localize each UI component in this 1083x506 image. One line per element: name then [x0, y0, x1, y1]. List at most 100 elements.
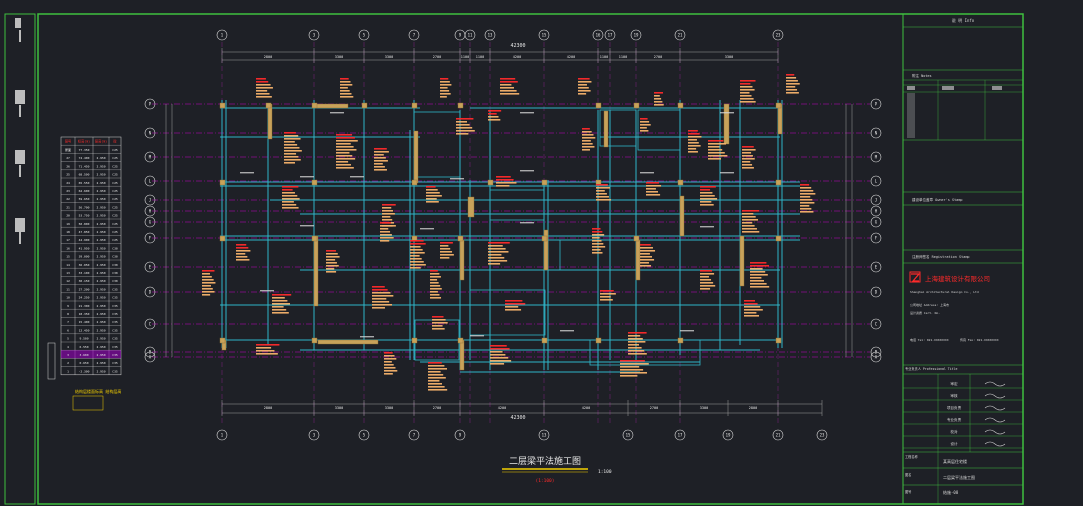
- annotation-line-1-0: [340, 78, 349, 80]
- dim-bottom-6: 2700: [650, 406, 658, 410]
- floor-table-cell-13-3: C30: [112, 255, 118, 259]
- floor-table-cell-14-3: C30: [112, 263, 118, 267]
- floor-table-cell-24-2: 2.950: [96, 345, 105, 349]
- beam-label-7: [300, 225, 314, 227]
- annotation-line-22-3: [596, 193, 607, 195]
- annotation-line-40-6: [430, 288, 442, 290]
- annotation-line-6-1: [740, 83, 751, 85]
- annotation-line-19-0: [382, 204, 396, 206]
- annotation-line-19-5: [382, 219, 393, 221]
- floor-table-cell-22-2: 2.950: [96, 328, 105, 332]
- annotation-line-26-3: [800, 193, 816, 195]
- column-6: [595, 102, 602, 109]
- annotation-line-44-7: [628, 353, 647, 355]
- floor-table-cell-12-0: 16: [66, 246, 70, 250]
- annotation-line-34-1: [640, 247, 653, 249]
- floor-table-cell-2-2: 2.950: [96, 164, 105, 168]
- dim-top-10: 2700: [654, 55, 662, 59]
- floor-table-cell-21-1: 15.400: [79, 320, 90, 324]
- annotation-line-24-4: [700, 198, 718, 200]
- binding-mark-3: [15, 218, 25, 232]
- overall-dimension-bottom: 42300: [510, 415, 525, 421]
- annotation-line-2-4: [440, 90, 450, 92]
- beam-label-12: [360, 336, 374, 338]
- annotation-line-2-5: [440, 93, 451, 95]
- floor-table-cell-11-3: C25: [112, 238, 118, 242]
- floor-table-cell-23-1: 9.500: [79, 337, 88, 341]
- annotation-line-36-2: [750, 268, 763, 270]
- annotation-block-36: [750, 262, 770, 288]
- annotation-line-24-2: [700, 192, 713, 194]
- annotation-line-9-10: [336, 164, 351, 166]
- annotation-line-40-9: [430, 297, 442, 299]
- annotation-line-8-7: [284, 153, 297, 155]
- annotation-line-40-2: [430, 276, 441, 278]
- annotation-line-39-5: [372, 301, 390, 303]
- annotation-line-39-3: [372, 295, 394, 297]
- annotation-line-33-6: [592, 246, 606, 248]
- annotation-line-23-0: [646, 182, 659, 184]
- annotation-line-15-0: [688, 130, 698, 132]
- annotation-line-35-3: [700, 279, 712, 281]
- dim-bottom-8: 2800: [749, 406, 757, 410]
- floor-table-cell-0-3: C25: [112, 148, 118, 152]
- annotation-line-20-0: [426, 186, 436, 188]
- annotation-line-48-6: [490, 363, 505, 365]
- annotation-line-5-1: [654, 95, 660, 97]
- floor-table-cell-21-0: 7: [67, 320, 69, 324]
- annotation-line-9-4: [336, 146, 354, 148]
- annotation-line-37-1: [202, 273, 210, 275]
- annotation-line-47-5: [428, 377, 446, 379]
- annotation-line-39-6: [372, 304, 393, 306]
- beam-label-3: [450, 178, 464, 180]
- annotation-line-28-4: [326, 262, 337, 264]
- annotation-line-33-0: [592, 228, 601, 230]
- annotation-line-47-6: [428, 380, 440, 382]
- shear-wall-12: [267, 103, 273, 140]
- annotation-line-42-3: [505, 309, 522, 311]
- dim-bottom-1: 3300: [335, 406, 343, 410]
- annotation-line-8-4: [284, 144, 298, 146]
- annotation-line-18-1: [282, 189, 293, 191]
- annotation-line-36-4: [750, 274, 768, 276]
- annotation-line-25-4: [742, 222, 753, 224]
- annotation-line-3-5: [500, 93, 520, 95]
- floor-table-cell-26-1: 0.650: [79, 361, 88, 365]
- annotation-line-29-6: [380, 240, 390, 242]
- annotation-line-30-0: [410, 240, 424, 242]
- floor-table-cell-24-1: 6.550: [79, 345, 88, 349]
- annotation-line-9-0: [336, 134, 353, 136]
- annotation-line-8-5: [284, 147, 300, 149]
- axis-label-top-8: 16: [596, 33, 601, 38]
- annotation-line-47-3: [428, 371, 441, 373]
- annotation-line-9-8: [336, 158, 356, 160]
- annotation-line-37-5: [202, 285, 211, 287]
- shear-wall-11: [635, 239, 641, 281]
- floor-table-cell-23-3: C35: [112, 337, 118, 341]
- annotation-line-34-3: [640, 253, 650, 255]
- annotation-line-44-0: [628, 332, 647, 334]
- annotation-line-28-6: [326, 268, 335, 270]
- dim-bottom-0: 2800: [264, 406, 272, 410]
- floor-table-cell-18-3: C35: [112, 296, 118, 300]
- floor-table-cell-25-2: 2.950: [96, 353, 105, 357]
- floor-table-cell-19-1: 21.300: [79, 304, 90, 308]
- annotation-line-38-0: [272, 294, 292, 296]
- annotation-line-26-9: [800, 211, 814, 213]
- annotation-line-17-0: [742, 146, 754, 148]
- floor-table-cell-25-0: 3: [67, 353, 69, 357]
- drawing-title: 二层梁平法施工图: [509, 455, 581, 467]
- annotation-line-11-4: [456, 130, 475, 132]
- annotation-line-46-2: [384, 358, 397, 360]
- shear-wall-15: [777, 103, 783, 135]
- annotation-line-33-4: [592, 240, 602, 242]
- floor-table-cell-0-0: 屋面: [65, 147, 71, 152]
- annotation-line-49-5: [620, 375, 638, 377]
- annotation-line-29-3: [380, 231, 391, 233]
- annotation-line-6-6: [740, 98, 754, 100]
- annotation-line-3-1: [500, 81, 518, 83]
- annotation-line-40-8: [430, 294, 440, 296]
- annotation-line-26-7: [800, 205, 810, 207]
- annotation-line-3-3: [500, 87, 514, 89]
- column-19: [311, 235, 318, 242]
